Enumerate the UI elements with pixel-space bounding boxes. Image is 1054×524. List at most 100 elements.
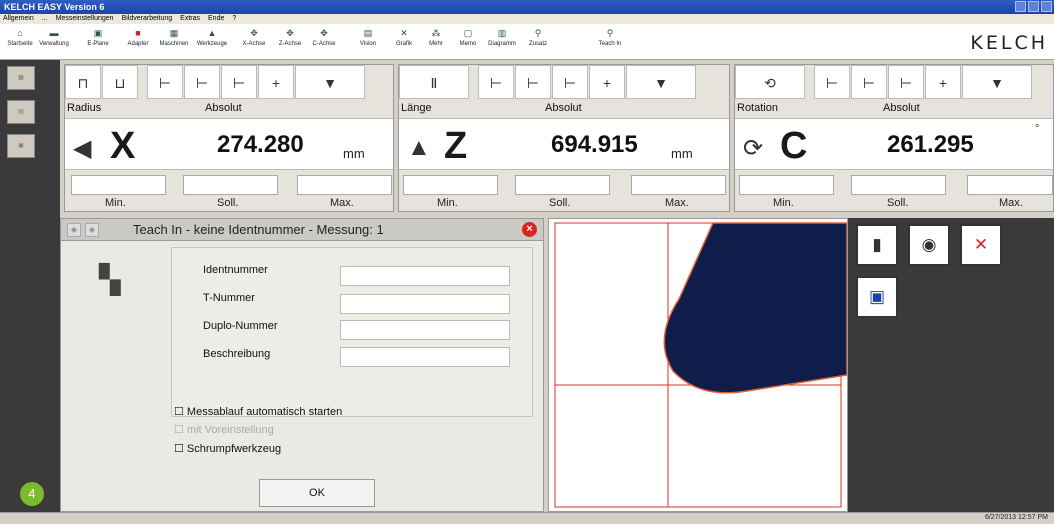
soll-field[interactable] bbox=[183, 175, 278, 195]
duplo-nummer-field[interactable] bbox=[340, 320, 510, 340]
toolbar-adapter[interactable]: ■ Adapter bbox=[120, 26, 156, 47]
t-nummer-field[interactable] bbox=[340, 294, 510, 314]
toolbar-verwaltung[interactable]: ▬ Verwaltung bbox=[36, 26, 72, 47]
panel-mode: Absolut bbox=[883, 102, 920, 114]
title-bar: KELCH EASY Version 6 bbox=[0, 0, 1054, 14]
adapter-icon: ■ bbox=[135, 28, 141, 38]
mode-icon[interactable]: ⊓ bbox=[65, 65, 101, 99]
toolbar-maschinen[interactable]: ▦ Maschinen bbox=[156, 26, 192, 47]
axis-icon: ✥ bbox=[250, 28, 258, 38]
menu-item[interactable]: Allgemein bbox=[3, 14, 34, 24]
memo-icon: ▢ bbox=[463, 28, 473, 38]
beschreibung-field[interactable] bbox=[340, 347, 510, 367]
toolbar-startseite[interactable]: ⌂ Startseite bbox=[2, 26, 38, 47]
arrow-left-icon: ◀ bbox=[73, 135, 92, 162]
toolbar-vision[interactable]: ▤ Vision bbox=[350, 26, 386, 47]
teach-in-dialog: ◆ ◆ Teach In - keine Identnummer - Messu… bbox=[60, 218, 544, 512]
max-field[interactable] bbox=[631, 175, 726, 195]
toolbar-werkzeuge[interactable]: ▲ Werkzeuge bbox=[194, 26, 230, 47]
menu-item[interactable]: ? bbox=[232, 14, 236, 24]
toolbar-teach-in[interactable]: ⚲ Teach In bbox=[592, 26, 628, 47]
voreinstellung-checkbox[interactable]: ☐ mit Voreinstellung bbox=[174, 423, 274, 436]
tool-profile-view bbox=[554, 222, 848, 508]
folder-icon: ▬ bbox=[49, 28, 59, 38]
soll-field[interactable] bbox=[515, 175, 610, 195]
zero-icon[interactable]: ⊢ bbox=[147, 65, 183, 99]
zero-icon[interactable]: ⊢ bbox=[515, 65, 551, 99]
min-label: Min. bbox=[773, 197, 794, 209]
identnummer-field[interactable] bbox=[340, 266, 510, 286]
maximize-button[interactable] bbox=[1028, 1, 1039, 12]
max-field[interactable] bbox=[297, 175, 392, 195]
zero-icon[interactable]: ⊢ bbox=[814, 65, 850, 99]
zero-icon[interactable]: ⊢ bbox=[851, 65, 887, 99]
menu-item[interactable]: ... bbox=[42, 14, 48, 24]
dialog-header: ◆ ◆ Teach In - keine Identnummer - Messu… bbox=[61, 219, 543, 241]
close-window-button[interactable] bbox=[1041, 1, 1052, 12]
sidebar-thumb-1[interactable]: ▦ bbox=[7, 66, 35, 90]
rotate-icon: ⟳ bbox=[743, 135, 764, 162]
close-icon[interactable]: × bbox=[522, 222, 537, 237]
monitor-icon[interactable]: ▣ bbox=[856, 276, 898, 318]
menu-item[interactable]: Extras bbox=[180, 14, 200, 24]
auto-start-checkbox[interactable]: ☐ Messablauf automatisch starten bbox=[174, 405, 342, 418]
probe-icon[interactable]: ▼ bbox=[626, 65, 696, 99]
beschreibung-label: Beschreibung bbox=[203, 348, 271, 360]
measure-rotation-icon[interactable]: ◉ bbox=[908, 224, 950, 266]
toolbar-eplane[interactable]: ▣ E-Plane bbox=[80, 26, 116, 47]
zero-icon[interactable]: ⊢ bbox=[184, 65, 220, 99]
toolbar-zusatz[interactable]: ⚲ Zusatz bbox=[520, 26, 556, 47]
min-field[interactable] bbox=[403, 175, 498, 195]
sidebar-thumb-3[interactable]: ▣ bbox=[7, 134, 35, 158]
measure-tools-panel: ▮ ◉ ✕ ▣ bbox=[848, 218, 1054, 512]
probe-icon[interactable]: ▼ bbox=[295, 65, 365, 99]
toolbar-x-achse[interactable]: ✥ X-Achse bbox=[236, 26, 272, 47]
zero-icon[interactable]: ⊢ bbox=[478, 65, 514, 99]
soll-label: Soll. bbox=[217, 197, 239, 209]
toolbar-z-achse[interactable]: ✥ Z-Achse bbox=[272, 26, 308, 47]
sidebar-thumb-2[interactable]: ▤ bbox=[7, 100, 35, 124]
tool-silhouette bbox=[663, 222, 848, 394]
toolbar-c-achse[interactable]: ✥ C-Achse bbox=[306, 26, 342, 47]
next-button[interactable]: ◆ bbox=[85, 223, 99, 237]
probe-icon[interactable]: ▼ bbox=[962, 65, 1032, 99]
toolbar-mehr[interactable]: ⁂ Mehr bbox=[418, 26, 454, 47]
teach-in-icon: ⚲ bbox=[606, 28, 614, 38]
zero-icon[interactable]: ⊢ bbox=[888, 65, 924, 99]
min-field[interactable] bbox=[739, 175, 834, 195]
mode-icon[interactable]: Ⅱ bbox=[399, 65, 469, 99]
menu-item[interactable]: Ende bbox=[208, 14, 224, 24]
crosshair-icon[interactable]: + bbox=[589, 65, 625, 99]
soll-field[interactable] bbox=[851, 175, 946, 195]
axis-panel-c: ⟲ ⊢ ⊢ ⊢ + ▼ Rotation Absolut ⟳ C 261.295… bbox=[734, 64, 1054, 212]
zero-icon[interactable]: ⊢ bbox=[221, 65, 257, 99]
panel-readout: ⟳ C 261.295 ° bbox=[735, 118, 1053, 170]
toolbar-diagramm[interactable]: ▥ Diagramm bbox=[484, 26, 520, 47]
crosshair-icon[interactable]: + bbox=[925, 65, 961, 99]
mode-icon[interactable]: ⟲ bbox=[735, 65, 805, 99]
zero-icon[interactable]: ⊢ bbox=[552, 65, 588, 99]
min-label: Min. bbox=[437, 197, 458, 209]
toolbar-grafik[interactable]: ✕ Grafik bbox=[386, 26, 422, 47]
toolbar-memo[interactable]: ▢ Memo bbox=[450, 26, 486, 47]
menu-item[interactable]: Messeinstellungen bbox=[56, 14, 114, 24]
axis-letter: X bbox=[110, 125, 136, 167]
crosshair-icon[interactable]: + bbox=[258, 65, 294, 99]
prev-button[interactable]: ◆ bbox=[67, 223, 81, 237]
extra-icon: ⚲ bbox=[534, 28, 542, 38]
min-field[interactable] bbox=[71, 175, 166, 195]
ok-button[interactable]: OK bbox=[259, 479, 375, 507]
fit-view-icon[interactable]: ✕ bbox=[960, 224, 1002, 266]
camera-view[interactable] bbox=[548, 218, 848, 512]
max-field[interactable] bbox=[967, 175, 1053, 195]
minimize-button[interactable] bbox=[1015, 1, 1026, 12]
tool-holder-icon: ▚ bbox=[99, 264, 121, 295]
panel-mode: Absolut bbox=[545, 102, 582, 114]
tolerance-fields bbox=[65, 175, 393, 195]
mode-icon[interactable]: ⊔ bbox=[102, 65, 138, 99]
measure-radius-icon[interactable]: ▮ bbox=[856, 224, 898, 266]
axis-value: 274.280 bbox=[217, 131, 304, 158]
menu-item[interactable]: Bildverarbeitung bbox=[122, 14, 173, 24]
min-label: Min. bbox=[105, 197, 126, 209]
schrumpf-checkbox[interactable]: ☐ Schrumpfwerkzeug bbox=[174, 442, 281, 455]
